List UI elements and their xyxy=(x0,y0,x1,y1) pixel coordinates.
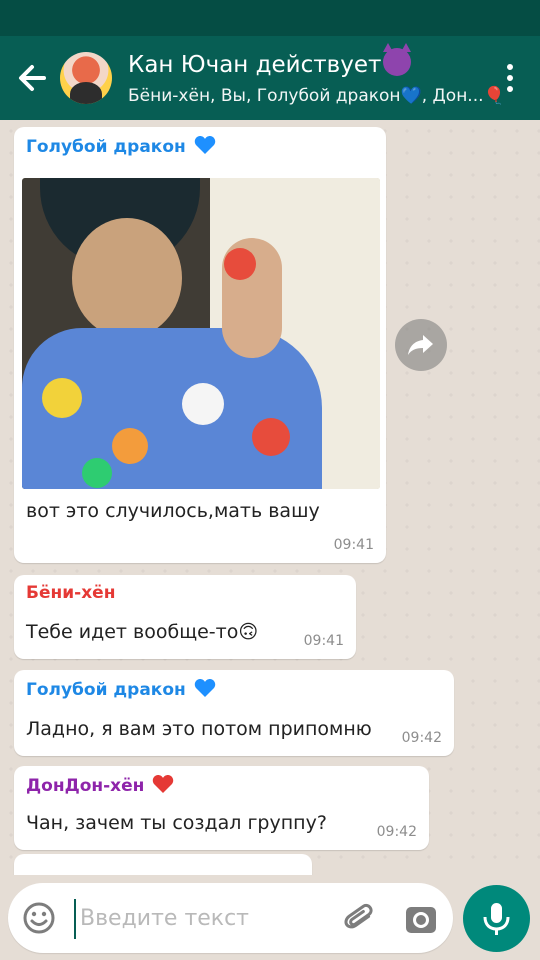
chat-title[interactable]: Кан Ючан действует xyxy=(128,43,412,78)
forward-icon xyxy=(408,335,433,355)
message-bubble[interactable]: ДонДон-хён Чан, зачем ты создал группу? … xyxy=(14,766,429,850)
sender-name: Голубой дракон xyxy=(26,678,216,700)
photo-ring-flower xyxy=(224,248,256,280)
red-heart-icon xyxy=(153,775,174,793)
back-button[interactable] xyxy=(14,58,58,98)
sender-name: Голубой дракон xyxy=(26,135,216,157)
status-bar xyxy=(0,0,540,36)
message-text: Чан, зачем ты создал группу? xyxy=(26,812,327,834)
message-bubble-partial[interactable] xyxy=(14,854,312,875)
more-vert-dot xyxy=(507,86,513,92)
more-vert-icon xyxy=(507,64,513,70)
compose-bar: Введите текст xyxy=(0,875,540,960)
message-text: вот это случилось,мать вашу xyxy=(26,500,320,522)
mic-icon xyxy=(483,903,510,935)
attach-button[interactable] xyxy=(342,901,378,937)
photo-flower xyxy=(182,383,224,425)
blue-heart-icon xyxy=(194,679,215,697)
more-menu-button[interactable] xyxy=(504,64,516,94)
forward-button[interactable] xyxy=(395,319,447,371)
photo-face xyxy=(72,218,182,338)
sender-name: ДонДон-хён xyxy=(26,774,174,796)
camera-button[interactable] xyxy=(403,901,439,937)
message-text: Тебе идет вообще-то🙃 xyxy=(26,621,259,643)
photo-flower xyxy=(82,458,112,488)
message-input-container[interactable]: Введите текст xyxy=(8,883,453,953)
message-time: 09:41 xyxy=(333,537,374,553)
message-bubble[interactable]: Голубой дракон вот это случилось,мать ва… xyxy=(14,127,386,563)
text-cursor xyxy=(74,899,76,939)
arrow-left-icon xyxy=(19,65,46,91)
photo-flower xyxy=(252,418,290,456)
sender-name: Бёни-хён xyxy=(26,583,116,603)
message-list[interactable]: Голубой дракон вот это случилось,мать ва… xyxy=(0,120,540,875)
smiley-icon xyxy=(23,902,55,934)
message-text: Ладно, я вам это потом припомню xyxy=(26,718,372,740)
paperclip-icon xyxy=(344,903,373,929)
more-vert-dot xyxy=(507,75,513,81)
message-time: 09:42 xyxy=(401,730,442,746)
photo-flower xyxy=(42,378,82,418)
message-bubble[interactable]: Голубой дракон Ладно, я вам это потом пр… xyxy=(14,670,454,756)
chat-members[interactable]: Бёни-хён, Вы, Голубой дракон💙, Дон...🎈 xyxy=(128,86,505,106)
chat-header: Кан Ючан действует Бёни-хён, Вы, Голубой… xyxy=(0,36,540,120)
devil-emoji-icon xyxy=(383,43,412,76)
blue-heart-icon xyxy=(194,136,215,154)
group-avatar[interactable] xyxy=(60,52,112,104)
message-bubble[interactable]: Бёни-хён Тебе идет вообще-то🙃 09:41 xyxy=(14,575,356,659)
camera-icon xyxy=(406,907,436,933)
message-input[interactable]: Введите текст xyxy=(80,906,249,931)
message-time: 09:42 xyxy=(376,824,417,840)
emoji-button[interactable] xyxy=(22,901,56,935)
message-time: 09:41 xyxy=(303,633,344,649)
message-photo[interactable] xyxy=(22,178,380,489)
voice-record-button[interactable] xyxy=(463,885,530,952)
photo-flower xyxy=(112,428,148,464)
